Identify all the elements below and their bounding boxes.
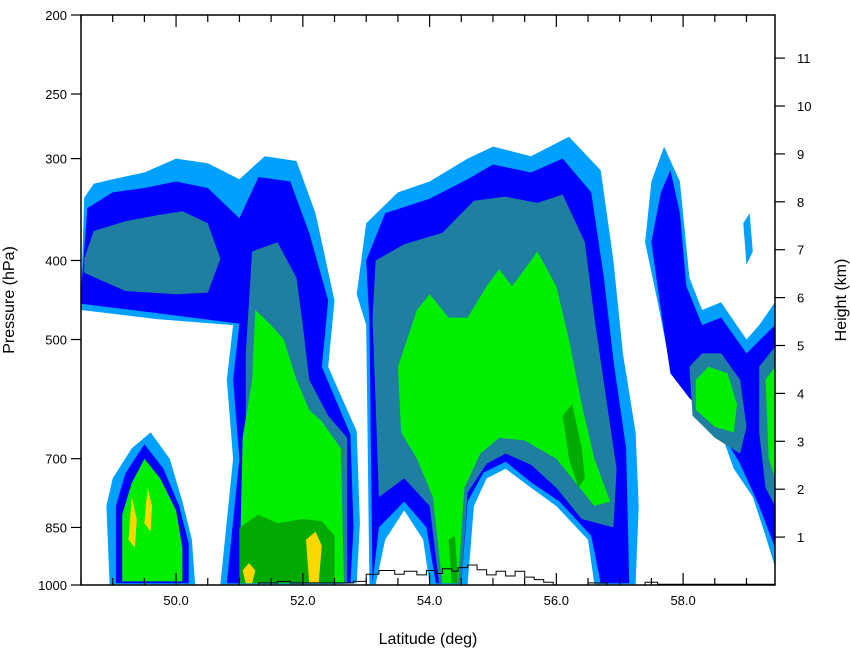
x-tick-label: 52.0 [290, 593, 315, 608]
x-axis-title: Latitude (deg) [379, 631, 478, 648]
y2-axis-title: Height (km) [833, 259, 850, 342]
y2-tick-label: 3 [797, 434, 804, 449]
y-tick-label: 400 [45, 253, 67, 268]
x-tick-label: 50.0 [163, 593, 188, 608]
chart: 50.0 52.0 54.0 56.0 58.0 200 250 300 400 500 700 8… [1, 8, 850, 648]
y2-tick-label: 1 [797, 530, 804, 545]
y2-tick-label: 6 [797, 291, 804, 306]
y-tick-label: 1000 [38, 578, 67, 593]
y-axis-left: 200 250 300 400 500 700 850 1000 [38, 8, 81, 593]
y2-tick-label: 11 [797, 51, 811, 66]
y2-tick-label: 8 [797, 195, 804, 210]
y2-tick-label: 2 [797, 482, 804, 497]
y2-tick-label: 7 [797, 243, 804, 258]
x-tick-label: 58.0 [670, 593, 695, 608]
y-axis-title: Pressure (hPa) [1, 246, 18, 354]
y-tick-label: 250 [45, 87, 67, 102]
y2-tick-label: 10 [797, 99, 811, 114]
x-tick-label: 54.0 [417, 593, 442, 608]
x-tick-label: 56.0 [544, 593, 569, 608]
y-tick-label: 700 [45, 452, 67, 467]
y2-tick-label: 5 [797, 339, 804, 354]
y2-tick-label: 4 [797, 386, 804, 401]
y-axis-right: 1 2 3 4 5 6 7 8 9 10 11 [775, 51, 811, 545]
y-tick-label: 300 [45, 152, 67, 167]
y-tick-label: 500 [45, 333, 67, 348]
y-tick-label: 850 [45, 520, 67, 535]
y-tick-label: 200 [45, 8, 67, 23]
y2-tick-label: 9 [797, 147, 804, 162]
